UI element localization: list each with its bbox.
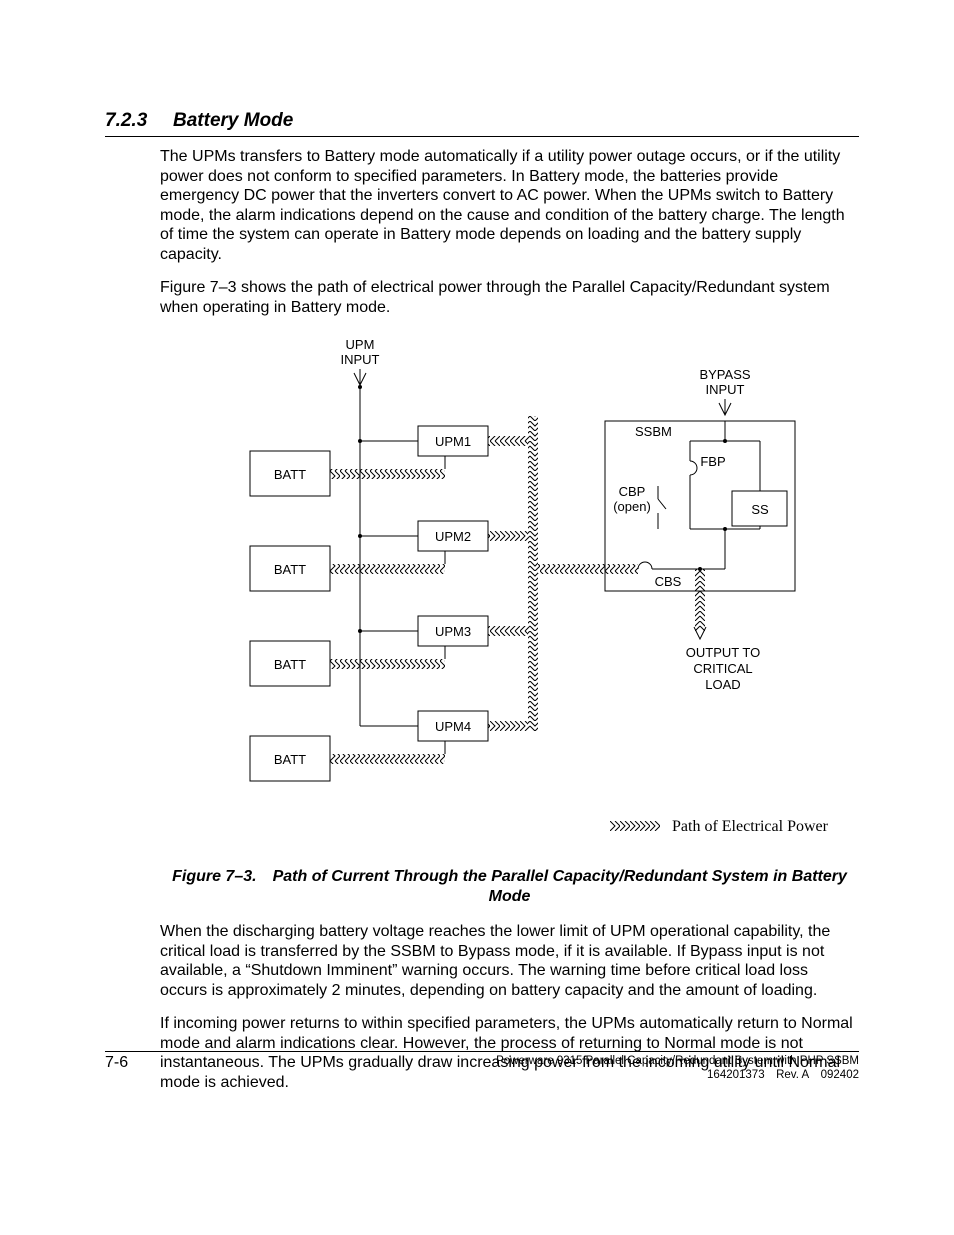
svg-text:LOAD: LOAD — [705, 677, 740, 692]
svg-text:INPUT: INPUT — [706, 382, 745, 397]
svg-text:UPM4: UPM4 — [435, 719, 471, 734]
svg-text:UPM3: UPM3 — [435, 624, 471, 639]
svg-text:FBP: FBP — [700, 454, 725, 469]
paragraph-1: The UPMs transfers to Battery mode autom… — [160, 147, 859, 264]
svg-text:CBS: CBS — [655, 574, 682, 589]
svg-text:BYPASS: BYPASS — [699, 367, 750, 382]
section-number: 7.2.3 — [105, 110, 173, 132]
svg-text:CRITICAL: CRITICAL — [693, 661, 752, 676]
svg-text:BATT: BATT — [274, 657, 306, 672]
svg-text:UPM1: UPM1 — [435, 434, 471, 449]
svg-text:OUTPUT TO: OUTPUT TO — [686, 645, 760, 660]
page-number: 7-6 — [105, 1054, 128, 1072]
page-footer: 7-6 Powerware 9315 Parallel Capacity/Red… — [105, 1051, 859, 1083]
footer-title: Powerware 9315 Parallel Capacity/Redunda… — [496, 1054, 859, 1068]
svg-text:SS: SS — [751, 502, 769, 517]
figure-7-3: UPM INPUT UPM1 UPM2 — [160, 331, 859, 851]
section-heading: 7.2.3 Battery Mode — [105, 110, 859, 137]
svg-text:BATT: BATT — [274, 562, 306, 577]
svg-text:Path of Electrical Power: Path of Electrical Power — [672, 818, 829, 835]
svg-text:CBP: CBP — [619, 484, 646, 499]
svg-text:UPM2: UPM2 — [435, 529, 471, 544]
svg-text:(open): (open) — [613, 499, 651, 514]
paragraph-2: Figure 7–3 shows the path of electrical … — [160, 278, 859, 317]
svg-text:BATT: BATT — [274, 752, 306, 767]
svg-text:SSBM: SSBM — [635, 424, 672, 439]
figure-caption: Figure 7–3. Path of Current Through the … — [160, 867, 859, 906]
svg-text:BATT: BATT — [274, 467, 306, 482]
section-title: Battery Mode — [173, 110, 293, 132]
svg-text:UPM: UPM — [346, 337, 375, 352]
footer-doc-id: 164201373 Rev. A 092402 — [496, 1068, 859, 1082]
paragraph-3: When the discharging battery voltage rea… — [160, 922, 859, 1000]
svg-text:INPUT: INPUT — [341, 352, 380, 367]
